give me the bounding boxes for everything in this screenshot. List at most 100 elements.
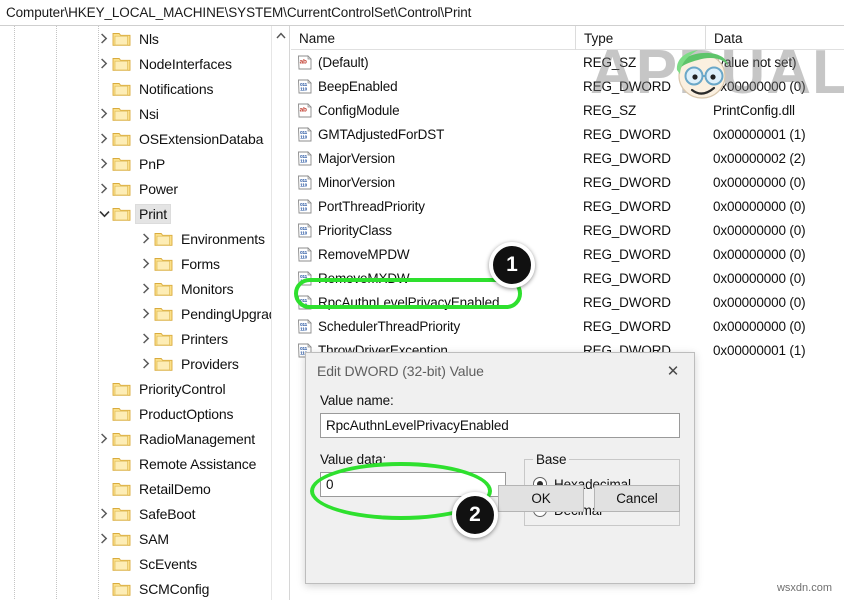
value-name-input[interactable]: RpcAuthnLevelPrivacyEnabled (320, 413, 680, 438)
value-data-cell: 0x00000000 (0) (713, 294, 806, 310)
tree-item-prioritycontrol[interactable]: PriorityControl (0, 376, 272, 401)
value-type-cell: REG_DWORD (583, 222, 671, 238)
chevron-right-icon[interactable] (96, 26, 112, 51)
chevron-right-icon[interactable] (138, 301, 154, 326)
tree-item-monitors[interactable]: Monitors (0, 276, 272, 301)
ok-button[interactable]: OK (498, 485, 584, 512)
scroll-up-icon[interactable] (272, 26, 289, 44)
tree-item-sam[interactable]: SAM (0, 526, 272, 551)
folder-icon (112, 131, 131, 147)
tree-item-forms[interactable]: Forms (0, 251, 272, 276)
value-name-text: MajorVersion (318, 150, 395, 166)
value-type-cell: REG_SZ (583, 54, 637, 70)
value-name-text: (Default) (318, 54, 369, 70)
value-type-cell: REG_SZ (583, 102, 637, 118)
folder-icon (112, 206, 131, 222)
chevron-right-icon[interactable] (138, 326, 154, 351)
value-type-cell: REG_DWORD (583, 246, 671, 262)
registry-key-tree[interactable]: Nls NodeInterfaces Notifications Nsi OSExten… (0, 26, 272, 600)
column-header-data[interactable]: Data (705, 26, 844, 50)
chevron-right-icon[interactable] (96, 151, 112, 176)
value-type-cell: REG_DWORD (583, 318, 671, 334)
tree-item-label: Nls (139, 30, 159, 47)
tree-item-scmconfig[interactable]: SCMConfig (0, 576, 272, 600)
tree-item-retaildemo[interactable]: RetailDemo (0, 476, 272, 501)
svg-text:ab: ab (300, 58, 307, 65)
chevron-right-icon[interactable] (138, 276, 154, 301)
chevron-down-icon[interactable] (96, 201, 112, 226)
table-row[interactable]: 011 110 MajorVersion REG_DWORD 0x00000002 (2… (291, 146, 844, 170)
tree-item-label: Nsi (139, 105, 159, 122)
cancel-button[interactable]: Cancel (594, 485, 680, 512)
tree-item-safeboot[interactable]: SafeBoot (0, 501, 272, 526)
tree-item-osextensiondataba[interactable]: OSExtensionDataba (0, 126, 272, 151)
folder-icon (154, 231, 173, 247)
chevron-right-icon[interactable] (96, 101, 112, 126)
chevron-right-icon[interactable] (96, 501, 112, 526)
chevron-right-icon[interactable] (138, 351, 154, 376)
folder-icon (112, 556, 131, 572)
column-header-name[interactable]: Name (291, 26, 575, 50)
folder-icon (112, 81, 131, 97)
tree-item-environments[interactable]: Environments (0, 226, 272, 251)
close-icon[interactable]: ✕ (652, 356, 694, 386)
chevron-right-icon[interactable] (96, 176, 112, 201)
folder-icon (112, 531, 131, 547)
table-row[interactable]: ab (Default) REG_SZ (value not set) (291, 50, 844, 74)
table-row[interactable]: ab ConfigModule REG_SZ PrintConfig.dll (291, 98, 844, 122)
table-row[interactable]: 011 110 RpcAuthnLevelPrivacyEnabled REG_DWO… (291, 290, 844, 314)
table-row[interactable]: 011 110 MinorVersion REG_DWORD 0x00000000 (0… (291, 170, 844, 194)
tree-item-notifications[interactable]: Notifications (0, 76, 272, 101)
value-data-cell: 0x00000000 (0) (713, 198, 806, 214)
tree-item-radiomanagement[interactable]: RadioManagement (0, 426, 272, 451)
value-data-cell: 0x00000000 (0) (713, 222, 806, 238)
chevron-right-icon[interactable] (96, 526, 112, 551)
tree-item-printers[interactable]: Printers (0, 326, 272, 351)
tree-item-nodeinterfaces[interactable]: NodeInterfaces (0, 51, 272, 76)
table-row[interactable]: 011 110 GMTAdjustedForDST REG_DWORD 0x000000… (291, 122, 844, 146)
tree-item-label: Printers (181, 330, 229, 347)
tree-scrollbar[interactable] (271, 26, 289, 600)
table-row[interactable]: 011 110 PortThreadPriority REG_DWORD 0x00000… (291, 194, 844, 218)
folder-icon (154, 331, 173, 347)
values-column-header: Name Type Data (291, 26, 844, 50)
chevron-right-icon[interactable] (138, 226, 154, 251)
tree-item-power[interactable]: Power (0, 176, 272, 201)
tree-item-productoptions[interactable]: ProductOptions (0, 401, 272, 426)
tree-item-label: PnP (139, 155, 166, 172)
dialog-titlebar[interactable]: Edit DWORD (32-bit) Value ✕ (306, 353, 694, 389)
table-row[interactable]: 011 110 SchedulerThreadPriority REG_DWORD 0x… (291, 314, 844, 338)
tree-item-nsi[interactable]: Nsi (0, 101, 272, 126)
tree-item-nls[interactable]: Nls (0, 26, 272, 51)
chevron-right-icon[interactable] (138, 251, 154, 276)
tree-item-remote-assistance[interactable]: Remote Assistance (0, 451, 272, 476)
value-name-cell: 011 110 SchedulerThreadPriority (291, 319, 575, 334)
folder-icon (112, 481, 131, 497)
value-name-cell: ab (Default) (291, 55, 575, 70)
tree-item-scevents[interactable]: ScEvents (0, 551, 272, 576)
tree-item-pendingupgrade[interactable]: PendingUpgrade (0, 301, 272, 326)
dialog-body: Value name: RpcAuthnLevelPrivacyEnabled … (306, 389, 694, 526)
tree-item-pnp[interactable]: PnP (0, 151, 272, 176)
value-name-label: Value name: (320, 393, 394, 408)
table-row[interactable]: 011 110 RemoveMXDW REG_DWORD 0x00000000 (0) (291, 266, 844, 290)
chevron-right-icon[interactable] (96, 51, 112, 76)
chevron-right-icon[interactable] (96, 426, 112, 451)
chevron-right-icon[interactable] (96, 126, 112, 151)
dword-value-icon: 011 110 (297, 246, 312, 262)
table-row[interactable]: 011 110 PriorityClass REG_DWORD 0x00000000 (… (291, 218, 844, 242)
tree-item-print[interactable]: Print (0, 201, 272, 226)
table-row[interactable]: 011 110 RemoveMPDW REG_DWORD 0x00000000 (0) (291, 242, 844, 266)
value-data-cell: PrintConfig.dll (713, 102, 795, 118)
address-bar[interactable]: Computer\HKEY_LOCAL_MACHINE\SYSTEM\Curre… (0, 0, 844, 26)
tree-item-label: Environments (181, 230, 265, 247)
table-row[interactable]: 011 110 BeepEnabled REG_DWORD 0x00000000 (0) (291, 74, 844, 98)
value-name-text: ConfigModule (318, 102, 400, 118)
svg-text:110: 110 (300, 134, 308, 139)
tree-item-providers[interactable]: Providers (0, 351, 272, 376)
tree-item-label: Providers (181, 355, 239, 372)
column-header-type[interactable]: Type (575, 26, 705, 50)
tree-item-label: ScEvents (139, 555, 197, 572)
